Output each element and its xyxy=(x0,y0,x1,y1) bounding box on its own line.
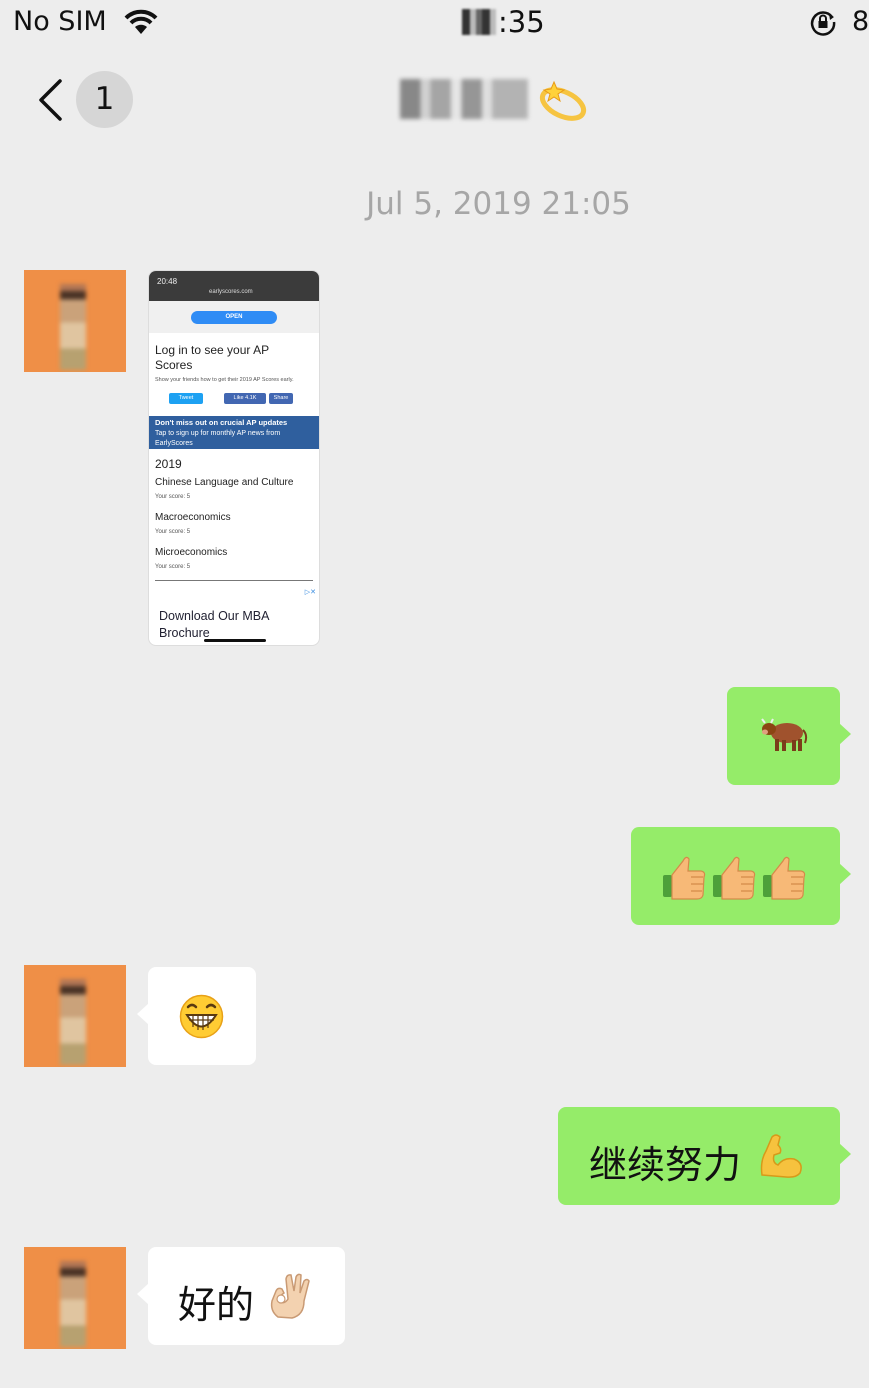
subject-name: Microeconomics xyxy=(155,547,228,558)
ad-choices-icon: ▷✕ xyxy=(304,589,316,596)
contact-avatar[interactable] xyxy=(24,270,126,372)
screenshot-tweet-button: Tweet xyxy=(169,393,203,404)
screenshot-ad-text: Download Our MBA Brochure xyxy=(159,609,269,640)
screenshot-share-button: Share xyxy=(269,393,293,404)
time-minutes: 35 xyxy=(507,5,545,39)
chat-title xyxy=(400,75,588,123)
back-chevron-icon[interactable] xyxy=(36,78,66,122)
message-text: 好的 xyxy=(178,1283,255,1327)
chat-timestamp: Jul 5, 2019 21:05 xyxy=(366,186,631,222)
contact-name-blur xyxy=(400,79,528,119)
received-message-bubble[interactable]: 好的 xyxy=(137,1247,345,1345)
unread-count-badge[interactable]: 1 xyxy=(76,71,133,128)
banner-title: Don't miss out on crucial AP updates xyxy=(155,418,288,427)
time-blur xyxy=(462,9,496,35)
battery-percent: 8 xyxy=(852,6,869,37)
status-time: :35 xyxy=(462,5,545,39)
contact-avatar[interactable] xyxy=(24,965,126,1067)
subject-score: Your score: 5 xyxy=(155,529,191,535)
subject-score: Your score: 5 xyxy=(155,494,191,500)
message-text: 继续努力 xyxy=(589,1143,742,1187)
screenshot-open-button: OPEN xyxy=(191,311,277,324)
grinning-sticker-icon xyxy=(179,994,224,1039)
sent-message-bubble[interactable] xyxy=(631,827,851,925)
screenshot-url: earlyscores.com xyxy=(209,289,253,295)
screenshot-subtext: Show your friends how to get their 2019 … xyxy=(155,377,294,383)
screenshot-heading: Log in to see your AP Scores xyxy=(155,343,269,372)
rotation-lock-icon xyxy=(810,11,836,36)
banner-text: Tap to sign up for monthly AP news from … xyxy=(155,430,281,447)
screenshot-year: 2019 xyxy=(155,457,182,471)
subject-name: Chinese Language and Culture xyxy=(155,477,294,488)
screenshot-like-button: Like 4.1K xyxy=(224,393,266,404)
screenshot-time: 20:48 xyxy=(157,277,178,286)
screenshot-image-message[interactable]: 20:48 earlyscores.com OPEN Log in to see… xyxy=(148,270,320,646)
cow-emoji-icon xyxy=(761,718,808,751)
subject-name: Macroeconomics xyxy=(155,512,231,523)
carrier-label: No SIM xyxy=(13,6,107,37)
sent-message-bubble[interactable]: 继续努力 xyxy=(558,1107,851,1205)
sent-message-bubble[interactable] xyxy=(727,687,851,785)
thumbs-up-emoji-icon xyxy=(663,856,806,900)
home-indicator xyxy=(204,639,266,642)
dizzy-emoji-icon xyxy=(539,80,587,121)
screenshot-status-bar: 20:48 earlyscores.com xyxy=(149,271,319,301)
subject-score: Your score: 5 xyxy=(155,564,191,570)
received-message-bubble[interactable] xyxy=(137,967,256,1065)
screenshot-banner: Don't miss out on crucial AP updates Tap… xyxy=(149,416,319,449)
contact-name xyxy=(400,75,401,76)
ok-hand-emoji-icon xyxy=(270,1273,310,1319)
flexed-biceps-emoji-icon xyxy=(760,1134,802,1178)
contact-avatar[interactable] xyxy=(24,1247,126,1349)
wifi-icon xyxy=(124,9,158,34)
